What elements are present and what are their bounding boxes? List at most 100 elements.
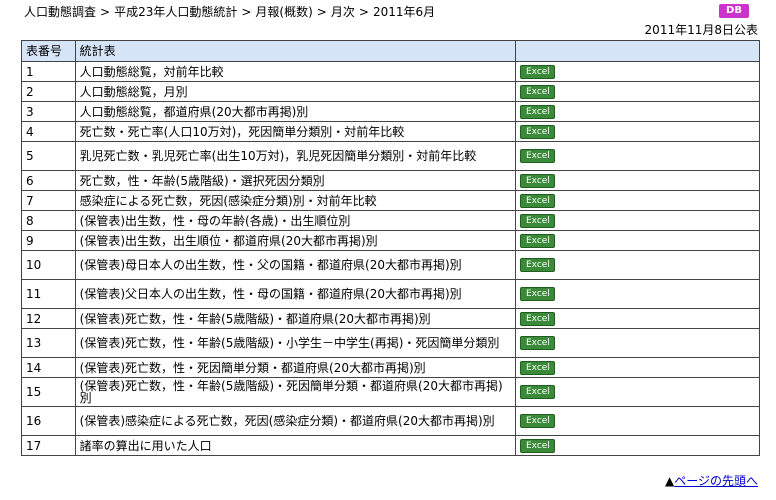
table-number-cell: 10 bbox=[21, 250, 76, 280]
table-name-cell: (保管表)死亡数，性・死因簡単分類・都道府県(20大都市再掲)別 bbox=[74, 357, 517, 378]
download-cell: Excel bbox=[515, 406, 760, 436]
publish-date: 2011年11月8日公表 bbox=[644, 23, 758, 37]
table-number-cell: 5 bbox=[21, 141, 76, 171]
table-name-cell: (保管表)死亡数，性・年齢(5歳階級)・死因簡単分類・都道府県(20大都市再掲)… bbox=[74, 377, 517, 407]
excel-download-button[interactable]: Excel bbox=[520, 360, 556, 375]
breadcrumb: 人口動態調査 > 平成23年人口動態統計 > 月報(概数) > 月次 >2011年6月 bbox=[24, 4, 435, 20]
header-statistics-table: 統計表 bbox=[74, 40, 517, 62]
download-cell: Excel bbox=[515, 101, 760, 122]
download-cell: Excel bbox=[515, 435, 760, 456]
table-number-cell: 2 bbox=[21, 81, 76, 102]
excel-download-button[interactable]: Excel bbox=[520, 258, 556, 272]
table-name-cell: (保管表)出生数，出生順位・都道府県(20大都市再掲)別 bbox=[74, 230, 517, 251]
table-row: 6 死亡数，性・年齢(5歳階級)・選択死因分類別 Excel bbox=[21, 170, 760, 191]
download-cell: Excel bbox=[515, 377, 760, 407]
table-row: 15 (保管表)死亡数，性・年齢(5歳階級)・死因簡単分類・都道府県(20大都市再… bbox=[21, 377, 760, 407]
table-name-cell: (保管表)死亡数，性・年齢(5歳階級)・小学生－中学生(再掲)・死因簡単分類別 bbox=[74, 328, 517, 358]
table-body: 1 人口動態総覧，対前年比較 Excel 2 人口動態総覧，月別 Excel 3 人口動態総覧… bbox=[21, 61, 760, 456]
up-triangle-icon: ▲ bbox=[665, 474, 675, 488]
breadcrumb-item-current: 2011年6月 bbox=[372, 5, 436, 19]
download-cell: Excel bbox=[515, 210, 760, 231]
excel-download-button[interactable]: Excel bbox=[520, 311, 556, 326]
breadcrumb-item-monthly-report[interactable]: 月報(概数) bbox=[255, 5, 312, 19]
excel-download-button[interactable]: Excel bbox=[520, 233, 556, 248]
table-name-cell: (保管表)父日本人の出生数，性・母の国籍・都道府県(20大都市再掲)別 bbox=[74, 279, 517, 309]
breadcrumb-separator: > bbox=[358, 5, 369, 19]
table-number-cell: 12 bbox=[21, 308, 76, 329]
table-row: 5 乳児死亡数・乳児死亡率(出生10万対)，乳児死因簡単分類別・対前年比較 Exce… bbox=[21, 141, 760, 171]
table-number-cell: 16 bbox=[21, 406, 76, 436]
table-name-cell: (保管表)死亡数，性・年齢(5歳階級)・都道府県(20大都市再掲)別 bbox=[74, 308, 517, 329]
table-number-cell: 4 bbox=[21, 121, 76, 142]
table-name-cell: 人口動態総覧，都道府県(20大都市再掲)別 bbox=[74, 101, 517, 122]
excel-download-button[interactable]: Excel bbox=[520, 287, 556, 301]
download-cell: Excel bbox=[515, 308, 760, 329]
breadcrumb-separator: > bbox=[316, 5, 327, 19]
table-number-cell: 15 bbox=[21, 377, 76, 407]
table-row: 9 (保管表)出生数，出生順位・都道府県(20大都市再掲)別 Excel bbox=[21, 230, 760, 251]
table-name-cell: 死亡数・死亡率(人口10万対)，死因簡単分類別・対前年比較 bbox=[74, 121, 517, 142]
table-row: 14 (保管表)死亡数，性・死因簡単分類・都道府県(20大都市再掲)別 Excel bbox=[21, 357, 760, 378]
download-cell: Excel bbox=[515, 279, 760, 309]
table-number-cell: 6 bbox=[21, 170, 76, 191]
table-number-cell: 3 bbox=[21, 101, 76, 122]
header-table-number: 表番号 bbox=[21, 40, 76, 62]
statistics-table: 表番号 統計表 1 人口動態総覧，対前年比較 Excel 2 人口動態総覧，月別 Exce… bbox=[21, 40, 760, 456]
excel-download-button[interactable]: Excel bbox=[520, 213, 556, 228]
page-top-label[interactable]: ページの先頭へ bbox=[674, 474, 758, 488]
download-cell: Excel bbox=[515, 141, 760, 171]
table-number-cell: 13 bbox=[21, 328, 76, 358]
table-name-cell: (保管表)出生数，性・母の年齢(各歳)・出生順位別 bbox=[74, 210, 517, 231]
table-number-cell: 14 bbox=[21, 357, 76, 378]
table-name-cell: 乳児死亡数・乳児死亡率(出生10万対)，乳児死因簡単分類別・対前年比較 bbox=[74, 141, 517, 171]
table-number-cell: 1 bbox=[21, 61, 76, 82]
excel-download-button[interactable]: Excel bbox=[520, 64, 556, 79]
table-row: 10 (保管表)母日本人の出生数，性・父の国籍・都道府県(20大都市再掲)別 Exc… bbox=[21, 250, 760, 280]
excel-download-button[interactable]: Excel bbox=[520, 84, 556, 99]
excel-download-button[interactable]: Excel bbox=[520, 414, 556, 428]
breadcrumb-separator: > bbox=[241, 5, 252, 19]
table-row: 12 (保管表)死亡数，性・年齢(5歳階級)・都道府県(20大都市再掲)別 Exce… bbox=[21, 308, 760, 329]
table-row: 16 (保管表)感染症による死亡数，死因(感染症分類)・都道府県(20大都市再掲)… bbox=[21, 406, 760, 436]
table-row: 3 人口動態総覧，都道府県(20大都市再掲)別 Excel bbox=[21, 101, 760, 122]
table-number-cell: 17 bbox=[21, 435, 76, 456]
excel-download-button[interactable]: Excel bbox=[520, 104, 556, 119]
table-row: 8 (保管表)出生数，性・母の年齢(各歳)・出生順位別 Excel bbox=[21, 210, 760, 231]
breadcrumb-separator: > bbox=[100, 5, 111, 19]
table-name-cell: 死亡数，性・年齢(5歳階級)・選択死因分類別 bbox=[74, 170, 517, 191]
table-name-cell: 諸率の算出に用いた人口 bbox=[74, 435, 517, 456]
table-name-cell: (保管表)感染症による死亡数，死因(感染症分類)・都道府県(20大都市再掲)別 bbox=[74, 406, 517, 436]
download-cell: Excel bbox=[515, 328, 760, 358]
table-number-cell: 11 bbox=[21, 279, 76, 309]
page-top-link[interactable]: ▲ページの先頭へ bbox=[665, 474, 758, 488]
table-header-row: 表番号 統計表 bbox=[21, 40, 760, 62]
download-cell: Excel bbox=[515, 121, 760, 142]
table-number-cell: 7 bbox=[21, 190, 76, 211]
download-cell: Excel bbox=[515, 170, 760, 191]
excel-download-button[interactable]: Excel bbox=[520, 124, 556, 139]
download-cell: Excel bbox=[515, 250, 760, 280]
excel-download-button[interactable]: Excel bbox=[520, 193, 556, 208]
table-name-cell: 人口動態総覧，月別 bbox=[74, 81, 517, 102]
excel-download-button[interactable]: Excel bbox=[520, 438, 556, 453]
table-number-cell: 9 bbox=[21, 230, 76, 251]
table-name-cell: (保管表)母日本人の出生数，性・父の国籍・都道府県(20大都市再掲)別 bbox=[74, 250, 517, 280]
excel-download-button[interactable]: Excel bbox=[520, 173, 556, 188]
table-number-cell: 8 bbox=[21, 210, 76, 231]
breadcrumb-item-monthly[interactable]: 月次 bbox=[331, 5, 355, 19]
table-row: 2 人口動態総覧，月別 Excel bbox=[21, 81, 760, 102]
breadcrumb-item-year[interactable]: 平成23年人口動態統計 bbox=[114, 5, 237, 19]
table-row: 1 人口動態総覧，対前年比較 Excel bbox=[21, 61, 760, 82]
excel-download-button[interactable]: Excel bbox=[520, 385, 556, 399]
table-name-cell: 人口動態総覧，対前年比較 bbox=[74, 61, 517, 82]
db-badge[interactable]: DB bbox=[719, 4, 749, 18]
excel-download-button[interactable]: Excel bbox=[520, 336, 556, 350]
download-cell: Excel bbox=[515, 357, 760, 378]
breadcrumb-item-survey[interactable]: 人口動態調査 bbox=[24, 5, 96, 19]
download-cell: Excel bbox=[515, 81, 760, 102]
table-row: 11 (保管表)父日本人の出生数，性・母の国籍・都道府県(20大都市再掲)別 Exc… bbox=[21, 279, 760, 309]
table-row: 13 (保管表)死亡数，性・年齢(5歳階級)・小学生－中学生(再掲)・死因簡単分類… bbox=[21, 328, 760, 358]
table-row: 7 感染症による死亡数，死因(感染症分類)別・対前年比較 Excel bbox=[21, 190, 760, 211]
table-name-cell: 感染症による死亡数，死因(感染症分類)別・対前年比較 bbox=[74, 190, 517, 211]
excel-download-button[interactable]: Excel bbox=[520, 149, 556, 163]
